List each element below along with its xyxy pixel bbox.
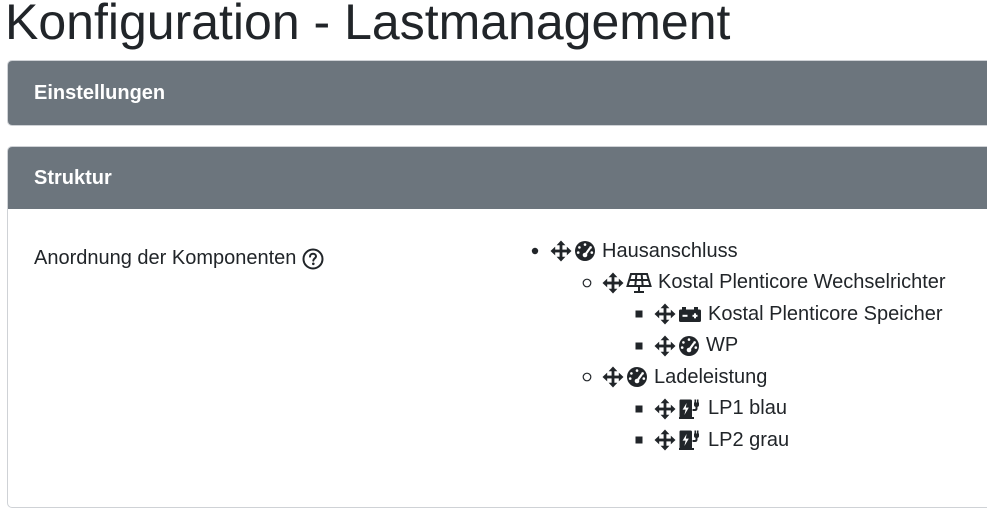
move-handle-icon[interactable] bbox=[654, 303, 676, 325]
battery-icon bbox=[678, 303, 702, 325]
tree-item-label: Ladeleistung bbox=[654, 365, 768, 388]
list-bullet bbox=[580, 372, 594, 382]
charging-station-icon bbox=[678, 429, 702, 451]
charging-station-icon bbox=[678, 398, 702, 420]
move-handle-icon[interactable] bbox=[654, 335, 676, 357]
structure-card-header[interactable]: Struktur bbox=[8, 147, 987, 209]
page-title: Konfiguration - Lastmanagement bbox=[5, 0, 731, 50]
move-handle-icon[interactable] bbox=[602, 272, 624, 294]
tree-item-label: WP bbox=[706, 334, 739, 356]
move-handle-icon[interactable] bbox=[654, 398, 676, 420]
gauge-icon bbox=[678, 335, 700, 357]
settings-card-header[interactable]: Einstellungen bbox=[8, 61, 987, 125]
tree-item-label: Hausanschluss bbox=[602, 239, 738, 262]
gauge-icon bbox=[626, 366, 648, 388]
tree-item: Kostal Plenticore Speicher bbox=[632, 299, 943, 329]
tree-item-label: LP2 grau bbox=[708, 428, 790, 451]
question-circle-icon[interactable] bbox=[302, 248, 324, 270]
tree-item: Ladeleistung bbox=[580, 362, 767, 392]
move-handle-icon[interactable] bbox=[654, 429, 676, 451]
tree-item: LP1 blau bbox=[632, 394, 787, 424]
list-bullet bbox=[632, 436, 646, 444]
component-order-label-text: Anordnung der Komponenten bbox=[34, 247, 297, 269]
list-bullet bbox=[632, 405, 646, 413]
tree-item-label: Kostal Plenticore Wechselrichter bbox=[658, 271, 946, 293]
gauge-icon bbox=[574, 240, 596, 262]
solar-panel-icon bbox=[626, 272, 652, 294]
tree-item-label: LP1 blau bbox=[708, 397, 787, 419]
list-bullet bbox=[632, 342, 646, 350]
move-handle-icon[interactable] bbox=[550, 240, 572, 262]
list-bullet bbox=[580, 278, 594, 288]
list-bullet bbox=[528, 247, 542, 255]
component-order-label: Anordnung der Komponenten bbox=[34, 247, 324, 270]
structure-card-title: Struktur bbox=[34, 166, 112, 189]
settings-card: Einstellungen bbox=[7, 60, 987, 126]
tree-item: Hausanschluss bbox=[528, 236, 738, 266]
tree-item: Kostal Plenticore Wechselrichter bbox=[580, 268, 946, 298]
tree-item-label: Kostal Plenticore Speicher bbox=[708, 302, 943, 325]
settings-card-title: Einstellungen bbox=[34, 81, 166, 104]
tree-item: WP bbox=[632, 331, 738, 361]
list-bullet bbox=[632, 310, 646, 318]
move-handle-icon[interactable] bbox=[602, 366, 624, 388]
tree-item: LP2 grau bbox=[632, 425, 789, 455]
